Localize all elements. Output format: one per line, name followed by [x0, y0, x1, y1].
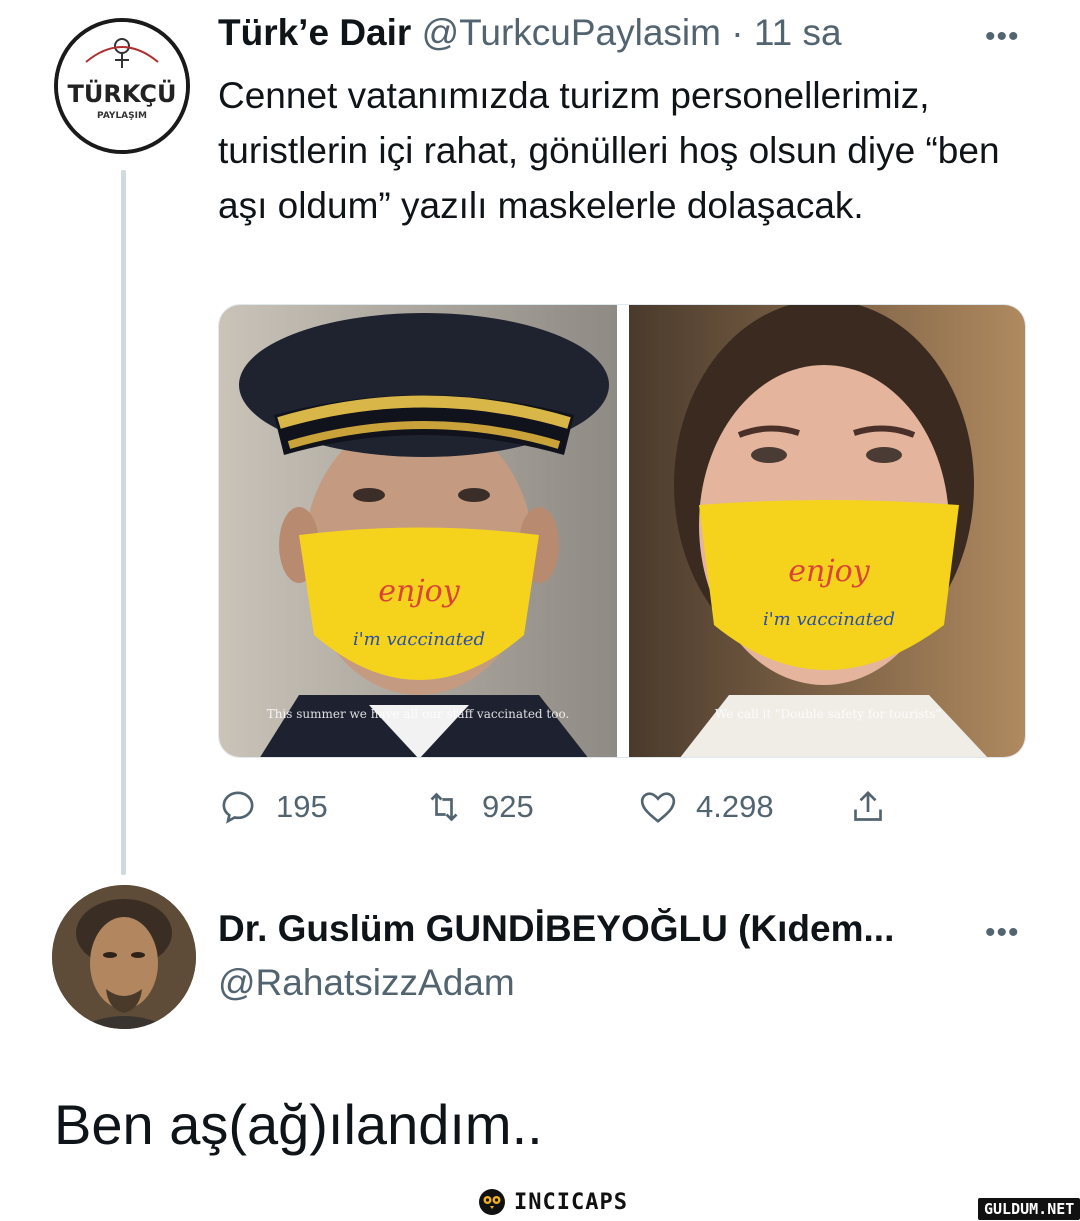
tweet-actions: 195 925 4.298	[218, 782, 918, 832]
svg-text:i'm vaccinated: i'm vaccinated	[763, 609, 895, 630]
more-options-icon[interactable]: •••	[985, 916, 1020, 950]
tweet-text: Cennet vatanımızda turizm personellerimi…	[218, 75, 1000, 226]
owl-icon	[479, 1189, 505, 1215]
retweet-icon	[430, 792, 458, 822]
svg-text:enjoy: enjoy	[378, 574, 460, 609]
avatar[interactable]: TÜRKÇÜ PAYLAŞIM	[54, 18, 190, 154]
photo-caption: This summer we have all our staff vaccin…	[266, 707, 570, 721]
display-name[interactable]: Türk’e Dair	[218, 12, 411, 53]
handle[interactable]: @RahatsizzAdam	[218, 962, 515, 1004]
thread-line	[121, 170, 126, 875]
photo-woman[interactable]: enjoy i'm vaccinated We call it "Double …	[629, 305, 1025, 757]
tweet-text: Ben aş(ağ)ılandım..	[54, 1093, 543, 1156]
profile-photo	[52, 885, 196, 1029]
photo-pilot[interactable]: enjoy i'm vaccinated This summer we have…	[219, 305, 617, 757]
retweet-button[interactable]: 925	[424, 782, 534, 832]
photo-caption: We call it "Double safety for tourists"	[714, 707, 942, 721]
svg-text:PAYLAŞIM: PAYLAŞIM	[97, 111, 147, 121]
heart-icon	[640, 792, 676, 823]
svg-text:enjoy: enjoy	[788, 554, 870, 589]
reply-count: 195	[276, 789, 328, 824]
tweet-header: Türk’e Dair @TurkcuPaylasim · 11 sa	[218, 12, 842, 54]
incicaps-text: INCICAPS	[514, 1189, 628, 1215]
handle-and-time[interactable]: @TurkcuPaylasim · 11 sa	[422, 12, 842, 53]
woman-image: enjoy i'm vaccinated	[629, 305, 1025, 757]
display-name[interactable]: Dr. Guslüm GUNDİBEYOĞLU (Kıdem...	[218, 908, 894, 950]
reply-button[interactable]: 195	[218, 782, 328, 832]
share-icon	[854, 790, 882, 821]
svg-text:i'm vaccinated: i'm vaccinated	[353, 629, 485, 650]
turkcu-logo-icon: TÜRKÇÜ PAYLAŞIM	[58, 22, 186, 150]
pilot-image: enjoy i'm vaccinated	[219, 305, 617, 757]
like-count: 4.298	[696, 789, 774, 824]
avatar[interactable]	[52, 885, 196, 1029]
tweet-media[interactable]: enjoy i'm vaccinated This summer we have…	[218, 304, 1026, 758]
reply-icon	[222, 791, 254, 824]
guldum-watermark: GULDUM.NET	[978, 1198, 1080, 1220]
incicaps-watermark: INCICAPS	[478, 1186, 628, 1218]
like-button[interactable]: 4.298	[638, 782, 774, 832]
more-options-icon[interactable]: •••	[985, 20, 1020, 54]
svg-text:TÜRKÇÜ: TÜRKÇÜ	[68, 78, 177, 108]
retweet-count: 925	[482, 789, 534, 824]
share-button[interactable]	[848, 782, 888, 832]
